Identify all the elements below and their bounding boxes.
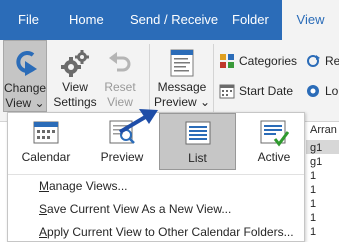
sort-icon: [305, 53, 321, 76]
message-preview-label-2: Preview ⌄: [154, 95, 211, 109]
list-item: 1: [310, 184, 317, 196]
list-item: 1: [310, 198, 317, 210]
chevron-down-icon: ⌄: [34, 96, 45, 110]
list-view-icon: [184, 120, 212, 149]
view-option-preview[interactable]: Preview: [84, 113, 160, 170]
reset-view-button[interactable]: Reset View: [100, 40, 140, 112]
view-option-label: List: [188, 151, 207, 165]
apply-view-menu-item[interactable]: Apply Current View to Other Calendar Fol…: [39, 225, 294, 239]
view-settings-button[interactable]: View Settings: [50, 40, 100, 112]
start-date-label: Start Date: [239, 84, 294, 98]
change-view-label-2: View ⌄: [5, 96, 45, 110]
list-item: 1: [310, 212, 317, 224]
tab-folder[interactable]: Folder: [232, 0, 269, 40]
view-settings-label-2: Settings: [53, 95, 97, 109]
categories-label: Categories: [239, 54, 298, 68]
ribbon: Change View ⌄ View Settings Reset View M…: [0, 40, 339, 122]
reset-view-label-1: Reset: [104, 80, 136, 94]
categories-icon: [219, 53, 235, 76]
view-option-label: Calendar: [21, 150, 71, 164]
manage-views-menu-item[interactable]: Manage Views...: [39, 179, 128, 193]
change-view-label-1: Change: [4, 81, 47, 95]
menu-divider: [8, 174, 304, 175]
calendar-view-icon: [32, 119, 60, 148]
tab-view[interactable]: View: [282, 0, 339, 40]
message-preview-button[interactable]: Message Preview ⌄: [154, 40, 210, 112]
calendar-icon: [219, 83, 235, 106]
view-option-label: Active: [257, 150, 291, 164]
view-option-label: Preview: [100, 150, 144, 164]
reset-view-label-2: View: [107, 95, 133, 109]
arrangement-header: Arran: [310, 124, 337, 136]
view-settings-label-1: View: [62, 80, 88, 94]
message-preview-label-1: Message: [157, 80, 207, 94]
change-view-icon: [11, 49, 39, 80]
list-item: 1: [310, 170, 317, 182]
view-option-calendar[interactable]: Calendar: [8, 113, 84, 170]
ribbon-tab-bar: File Home Send / Receive Folder View: [0, 0, 339, 40]
list-item: 1: [310, 226, 317, 238]
location-label: Lo: [325, 84, 339, 98]
message-preview-icon: [167, 48, 197, 81]
tab-home[interactable]: Home: [69, 0, 104, 40]
undo-arrow-icon: [107, 50, 133, 79]
change-view-menu: Calendar Preview List Active Manage View…: [7, 112, 305, 242]
change-view-button[interactable]: Change View ⌄: [3, 40, 47, 112]
tab-file[interactable]: File: [18, 0, 39, 40]
view-option-list[interactable]: List: [159, 113, 236, 170]
chevron-down-icon: ⌄: [200, 95, 211, 109]
save-view-as-menu-item[interactable]: Save Current View As a New View...: [39, 202, 231, 216]
location-icon: [305, 83, 321, 106]
gears-icon: [60, 50, 90, 81]
preview-view-icon: [108, 119, 136, 148]
active-view-icon: [259, 119, 290, 150]
tab-send-receive[interactable]: Send / Receive: [130, 0, 218, 40]
view-option-active[interactable]: Active: [236, 113, 312, 170]
reverse-sort-label: Re: [325, 54, 339, 68]
ribbon-group-divider: [149, 44, 150, 112]
ribbon-group-divider: [213, 44, 214, 112]
